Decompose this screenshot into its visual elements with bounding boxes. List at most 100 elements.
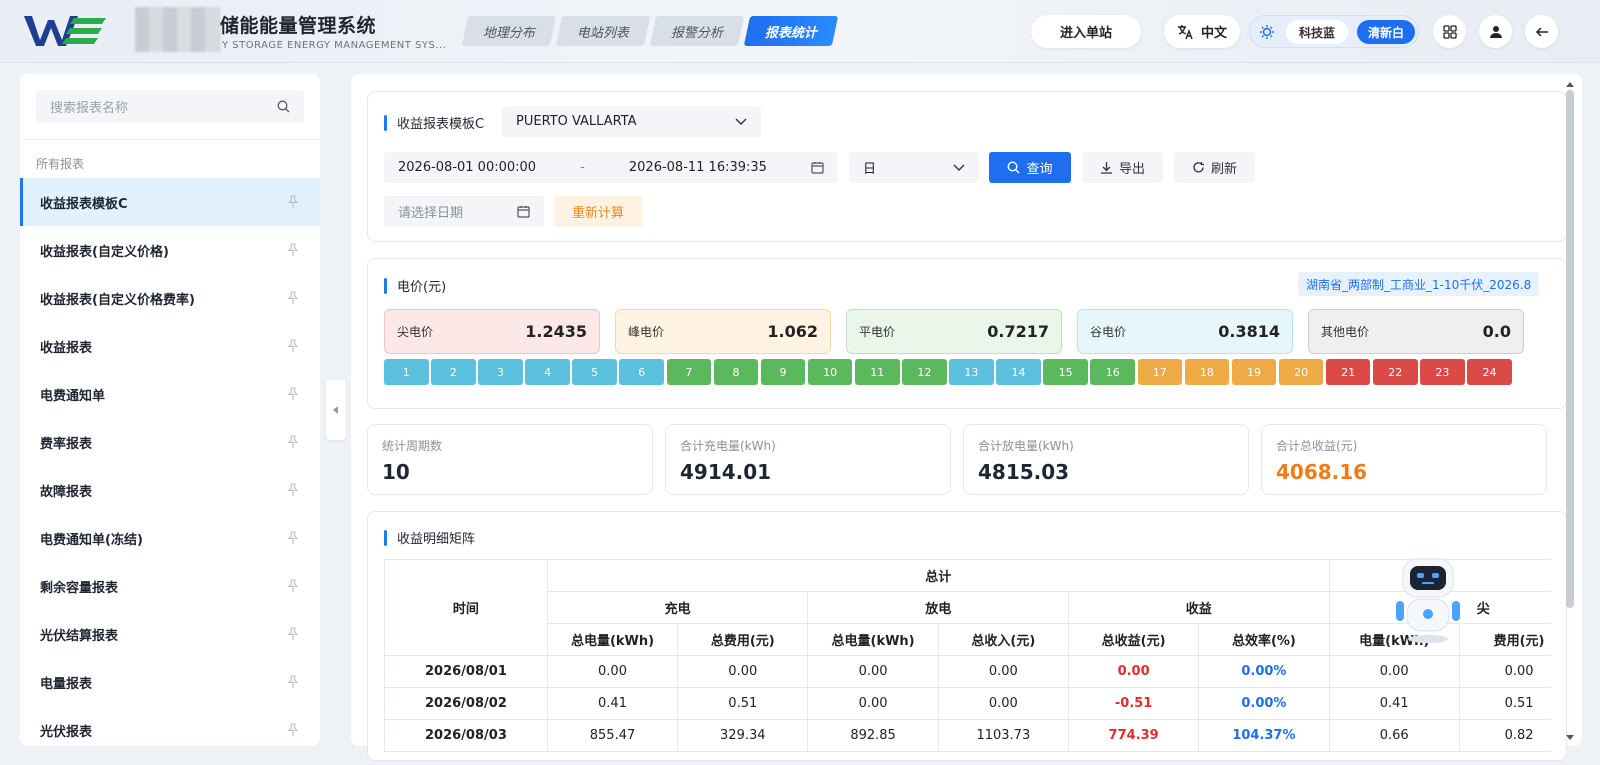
pin-icon[interactable] [286,675,300,689]
pin-icon[interactable] [286,579,300,593]
sidebar-report-item[interactable]: 故障报表 [20,466,320,514]
download-icon [1100,162,1112,174]
collapse-sidebar-button[interactable] [326,380,346,440]
pin-icon[interactable] [286,387,300,401]
price-label: 谷电价 [1090,325,1127,339]
language-button[interactable]: 中文 [1164,15,1240,48]
price-box: 峰电价 1.062 [615,309,831,354]
station-select[interactable]: PUERTO VALLARTA [502,106,761,137]
refresh-button[interactable]: 刷新 [1174,152,1255,183]
chevron-down-icon [953,164,965,171]
sidebar-report-item[interactable]: 收益报表(自定义价格) [20,226,320,274]
sun-icon[interactable] [1254,19,1280,45]
sidebar-report-item[interactable]: 光伏报表 [20,706,320,746]
group-charge: 充电 [546,591,809,624]
pin-icon[interactable] [286,435,300,449]
theme-fresh-white[interactable]: 清新白 [1357,20,1415,44]
sidebar-report-item[interactable]: 电量报表 [20,658,320,706]
robot-assistant-icon[interactable] [1393,557,1463,647]
sidebar-report-item[interactable]: 光伏结算报表 [20,610,320,658]
calendar-icon [517,206,530,218]
pin-icon[interactable] [286,531,300,545]
price-value: 0.7217 [987,322,1049,341]
table-cell: 0.00 [1458,655,1551,688]
sidebar-item-label: 电量报表 [40,676,93,692]
table-cell: 0.00% [1198,655,1330,688]
tab-reports[interactable]: 报表统计 [743,16,839,46]
recalculate-button[interactable]: 重新计算 [554,196,642,227]
scroll-down-icon[interactable] [1563,732,1577,744]
translate-icon [1177,24,1193,39]
refresh-icon [1193,162,1204,173]
pin-icon[interactable] [286,483,300,497]
hour-cell: 18 [1184,359,1230,385]
pin-icon[interactable] [286,195,300,209]
apps-grid-button[interactable] [1433,15,1466,48]
hour-cell: 15 [1043,359,1088,385]
sidebar-report-item[interactable]: 费率报表 [20,418,320,466]
grid-icon [1442,24,1457,39]
hour-cell: 6 [619,359,665,385]
date-picker[interactable]: 请选择日期 [384,196,544,227]
matrix-card: 收益明细矩阵 时间 总计 充电 放电 收益 尖 总电量(kWh) 总费用(元) 总电… [367,511,1567,761]
app-subtitle: Y STORAGE ENERGY MANAGEMENT SYS... [222,40,447,51]
price-box: 尖电价 1.2435 [384,309,600,354]
pin-icon[interactable] [286,723,300,737]
tab-alarms[interactable]: 报警分析 [649,16,745,46]
hour-cell: 23 [1420,359,1465,385]
sidebar-item-label: 光伏结算报表 [40,628,119,644]
price-box: 谷电价 0.3814 [1077,309,1293,354]
theme-tech-blue[interactable]: 科技蓝 [1286,20,1348,44]
logo-text-blurred [135,7,220,52]
tab-geo[interactable]: 地理分布 [461,16,557,46]
company-logo [24,16,106,46]
date-range-picker[interactable]: 2026-08-01 00:00:00 - 2026-08-11 16:39:3… [384,152,838,183]
tab-stations-label: 电站列表 [576,25,629,41]
pin-icon[interactable] [286,243,300,257]
sidebar-report-item[interactable]: 收益报表(自定义价格费率) [20,274,320,322]
granularity-select[interactable]: 日 [849,152,979,183]
pin-icon[interactable] [286,291,300,305]
sidebar-item-label: 剩余容量报表 [40,580,119,596]
page-scrollbar[interactable] [1563,78,1577,744]
sidebar-item-label: 收益报表(自定义价格) [40,244,169,260]
stat-label: 合计放电量(kWh) [978,439,1074,453]
stat-value: 4914.01 [680,460,772,484]
pin-icon[interactable] [286,627,300,641]
tariff-tag[interactable]: 湖南省_两部制_工商业_1-10千伏_2026.8 [1298,272,1540,296]
report-search-input[interactable]: 搜索报表名称 [36,90,304,123]
granularity-value: 日 [863,162,877,177]
back-button[interactable] [1525,15,1558,48]
query-button[interactable]: 查询 [989,152,1071,183]
hour-cell: 9 [760,359,806,385]
matrix-title: 收益明细矩阵 [384,528,475,547]
station-value: PUERTO VALLARTA [516,114,637,129]
hour-cell: 14 [996,359,1041,385]
price-value: 0.0 [1482,322,1511,341]
stat-value: 4068.16 [1276,460,1368,484]
hour-cell: 16 [1090,359,1135,385]
tab-alarms-label: 报警分析 [670,25,723,41]
table-cell: 2026/08/01 [384,655,548,688]
sidebar-report-item[interactable]: 电费通知单 [20,370,320,418]
tab-stations[interactable]: 电站列表 [555,16,651,46]
query-label: 查询 [1026,162,1053,177]
sidebar-report-item[interactable]: 收益报表 [20,322,320,370]
hour-cell: 17 [1137,359,1183,385]
enter-station-button[interactable]: 进入单站 [1031,15,1141,48]
sidebar-report-item[interactable]: 剩余容量报表 [20,562,320,610]
user-button[interactable] [1479,15,1512,48]
sidebar-item-label: 收益报表 [40,340,93,356]
hour-cell: 8 [713,359,759,385]
scroll-thumb[interactable] [1566,90,1574,608]
sidebar-report-item[interactable]: 电费通知单(冻结) [20,514,320,562]
chevron-down-icon [735,118,747,125]
sidebar-report-item[interactable]: 收益报表模板C [20,178,320,226]
table-cell: 0.00 [937,687,1069,720]
pin-icon[interactable] [286,339,300,353]
export-button[interactable]: 导出 [1082,152,1163,183]
table-cell: 0.00 [677,655,809,688]
price-label: 峰电价 [628,325,665,339]
scroll-up-icon[interactable] [1563,78,1577,90]
table-cell: 1103.73 [937,719,1069,752]
